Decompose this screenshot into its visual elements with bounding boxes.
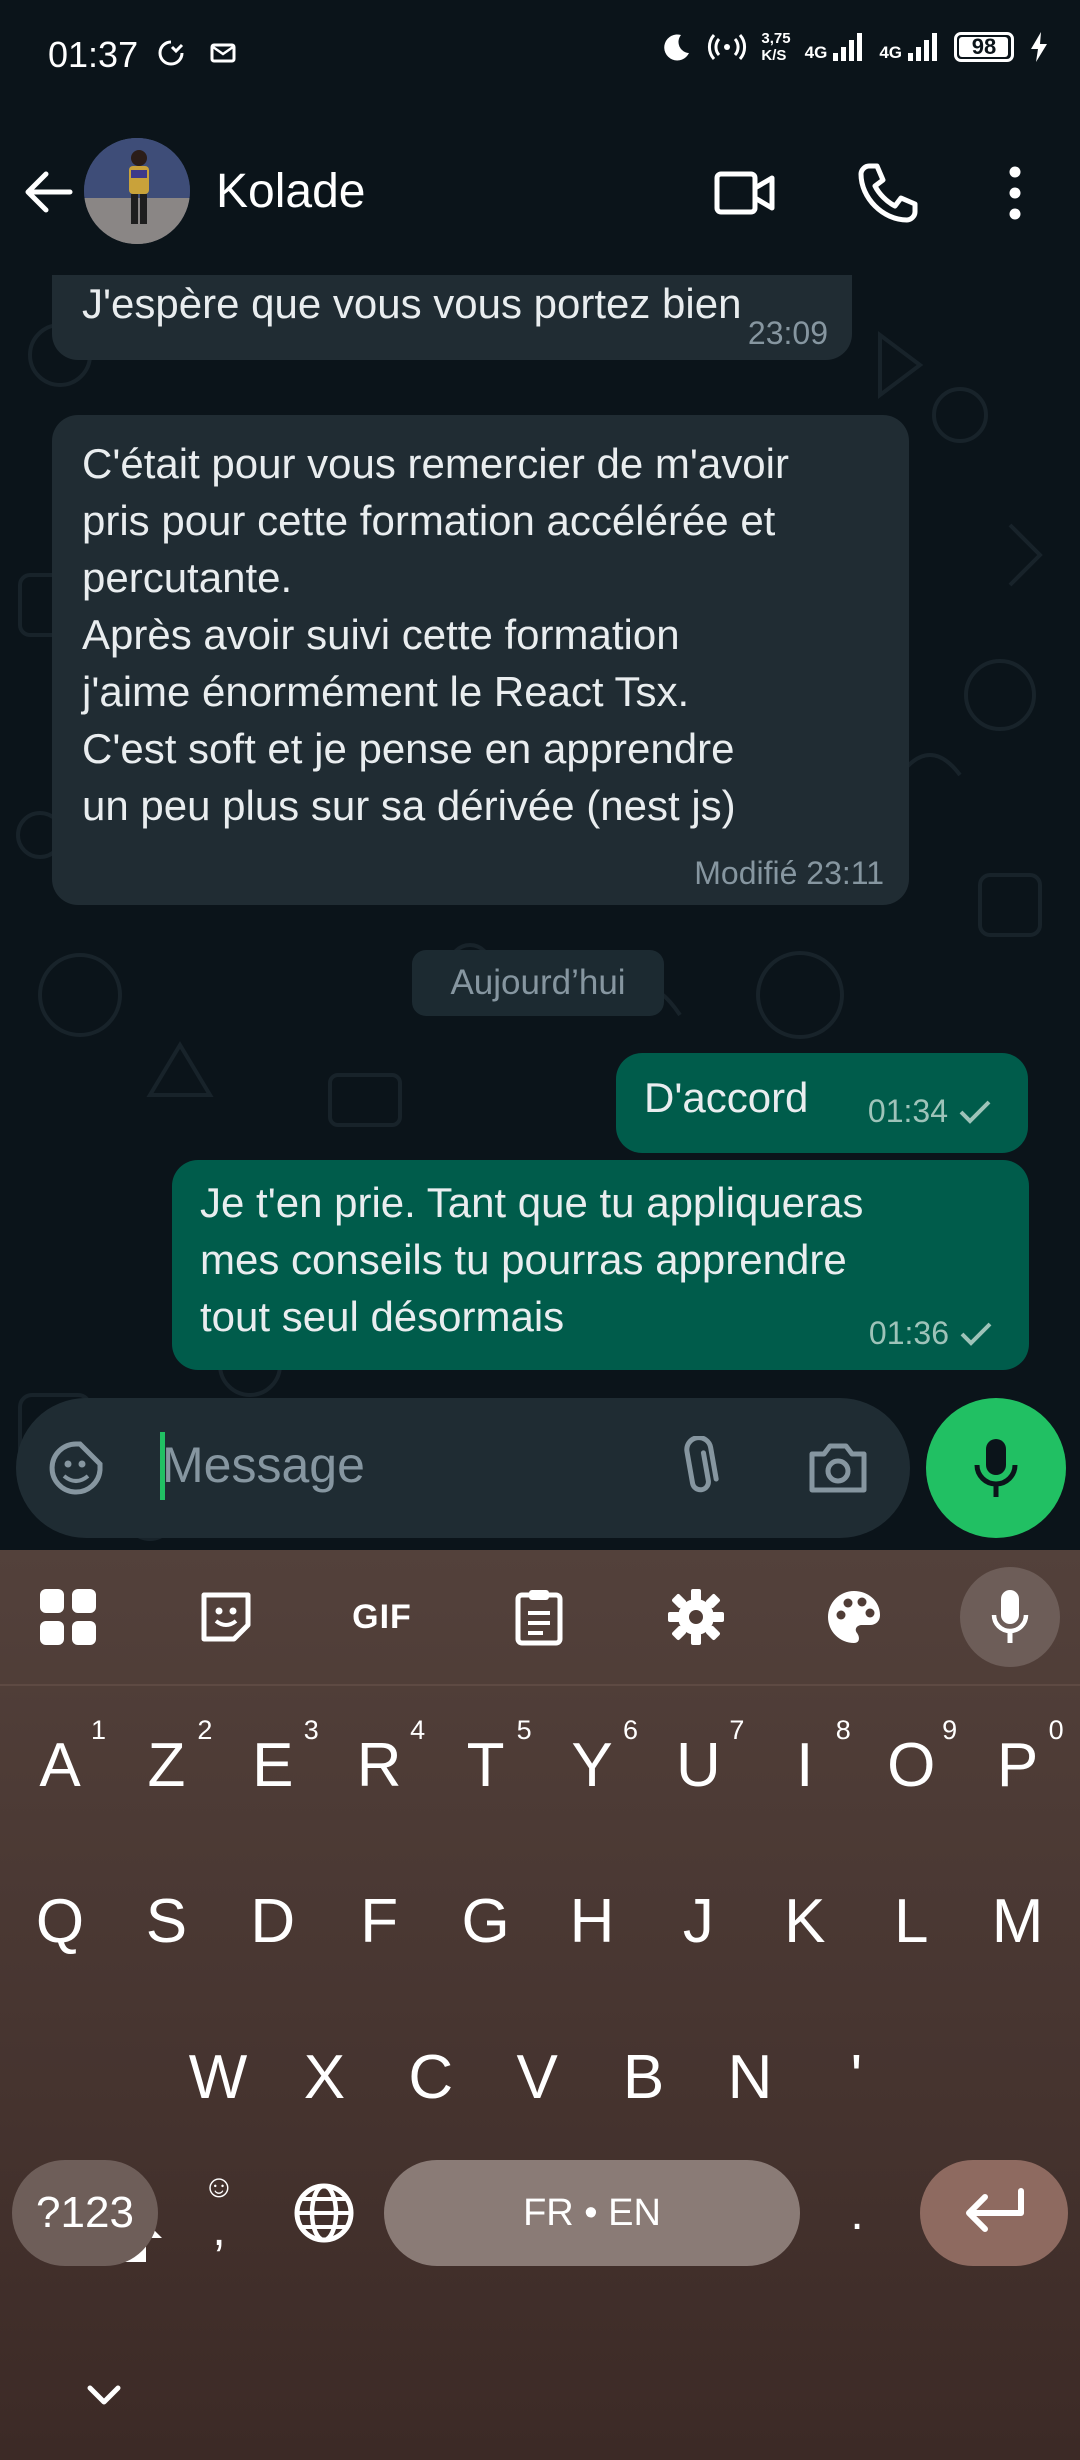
key-i[interactable]: I8 [753, 1705, 857, 1825]
key-r[interactable]: R4 [327, 1705, 431, 1825]
signal-icon [908, 33, 937, 61]
key-m[interactable]: M [966, 1861, 1070, 1981]
key-f[interactable]: F [327, 1861, 431, 1981]
key-x[interactable]: X [272, 2017, 376, 2137]
do-not-disturb-icon [158, 40, 184, 66]
signal-a: 4G [805, 31, 866, 63]
avatar-photo [84, 138, 190, 244]
symbols-key[interactable]: ?123 [12, 2160, 158, 2266]
voice-call-icon[interactable] [855, 160, 921, 226]
keyboard-toolbar: GIF [0, 1550, 1080, 1684]
settings-gear-icon[interactable] [660, 1581, 732, 1653]
emoji-hint-icon: ☺ [202, 2168, 236, 2204]
key-b[interactable]: B [592, 2017, 696, 2137]
incoming-message[interactable]: C'était pour vous remercier de m'avoir p… [52, 415, 909, 905]
moon-icon [664, 34, 690, 61]
key-s[interactable]: S [114, 1861, 218, 1981]
key-l[interactable]: L [859, 1861, 963, 1981]
message-time: 01:36 [868, 1315, 949, 1351]
attach-icon[interactable] [676, 1436, 720, 1500]
message-icon [210, 43, 236, 63]
sent-check-icon [960, 1322, 992, 1346]
video-call-icon[interactable] [712, 160, 778, 226]
avatar[interactable] [84, 138, 190, 244]
incoming-message[interactable]: J'espère que vous vous portez bien 23:09 [52, 275, 852, 360]
outgoing-message[interactable]: D'accord 01:34 [616, 1053, 1028, 1153]
key-c[interactable]: C [379, 2017, 483, 2137]
status-bar: 01:37 3,75 K/S 4G 4G 98 [0, 0, 1080, 110]
message-text: Je t'en prie. Tant que tu appliqueras me… [200, 1179, 864, 1340]
message-text: C'était pour vous remercier de m'avoir p… [82, 440, 789, 829]
key-e[interactable]: E3 [221, 1705, 325, 1825]
mic-icon [974, 1439, 1018, 1497]
outgoing-message[interactable]: Je t'en prie. Tant que tu appliqueras me… [172, 1160, 1029, 1370]
voice-input-button[interactable] [960, 1567, 1060, 1667]
sticker-icon[interactable] [46, 1438, 106, 1498]
key-z[interactable]: Z2 [114, 1705, 218, 1825]
key-d[interactable]: D [221, 1861, 325, 1981]
enter-icon [966, 2188, 1024, 2232]
hide-keyboard-chevron-icon[interactable] [84, 2380, 124, 2408]
camera-icon[interactable] [806, 1440, 870, 1496]
key-k[interactable]: K [753, 1861, 857, 1981]
period-key[interactable]: . [830, 2160, 884, 2266]
key-v[interactable]: V [485, 2017, 589, 2137]
key-w[interactable]: W [166, 2017, 270, 2137]
signal-b: 4G [879, 31, 940, 63]
key-j[interactable]: J [646, 1861, 750, 1981]
clock: 01:37 [48, 34, 139, 75]
key-q[interactable]: Q [8, 1861, 112, 1981]
key-p[interactable]: P0 [966, 1705, 1070, 1825]
clipboard-icon[interactable] [503, 1581, 575, 1653]
message-composer[interactable]: Message [16, 1398, 910, 1538]
key-u[interactable]: U7 [646, 1705, 750, 1825]
contact-name[interactable]: Kolade [216, 164, 365, 219]
keyboard: GIF A1Z2E3R4T5Y6U7I8O9P0 QSDFGHJKLM WXCV… [0, 1550, 1080, 2460]
globe-icon [294, 2183, 354, 2243]
language-key[interactable] [284, 2160, 364, 2266]
enter-key[interactable] [920, 2160, 1068, 2266]
chat-header: Kolade [0, 110, 1080, 275]
message-text: D'accord [644, 1074, 809, 1121]
comma-key[interactable]: ☺ , [192, 2160, 246, 2266]
key-g[interactable]: G [434, 1861, 538, 1981]
gif-icon[interactable]: GIF [346, 1581, 418, 1653]
signal-icon [833, 33, 863, 61]
apps-grid-icon[interactable] [32, 1581, 104, 1653]
mic-icon [991, 1590, 1029, 1643]
key-n[interactable]: N [698, 2017, 802, 2137]
message-text: J'espère que vous vous portez bien [82, 280, 742, 327]
network-speed: 3,75 K/S [761, 30, 791, 64]
key-y[interactable]: Y6 [540, 1705, 644, 1825]
key-o[interactable]: O9 [859, 1705, 963, 1825]
back-arrow-icon[interactable] [22, 170, 74, 214]
chat-area[interactable]: J'espère que vous vous portez bien 23:09… [0, 275, 1080, 1550]
message-input[interactable]: Message [162, 1436, 365, 1494]
date-divider: Aujourd’hui [412, 950, 664, 1016]
message-time: Modifié 23:11 [694, 855, 884, 891]
theme-palette-icon[interactable] [818, 1581, 890, 1653]
battery-icon: 98 [954, 32, 1014, 62]
key-h[interactable]: H [540, 1861, 644, 1981]
message-time: 23:09 [747, 315, 828, 351]
key-t[interactable]: T5 [434, 1705, 538, 1825]
message-time: 01:34 [867, 1093, 948, 1129]
voice-record-button[interactable] [926, 1398, 1066, 1538]
space-bar[interactable]: FR • EN [384, 2160, 800, 2266]
sent-check-icon [959, 1100, 991, 1124]
hotspot-icon [708, 34, 747, 60]
more-options-icon[interactable] [1000, 160, 1030, 226]
charging-icon [1031, 32, 1047, 62]
key-apostrophe[interactable]: ' [804, 2017, 908, 2137]
key-a[interactable]: A1 [8, 1705, 112, 1825]
sticker-icon[interactable] [190, 1581, 262, 1653]
